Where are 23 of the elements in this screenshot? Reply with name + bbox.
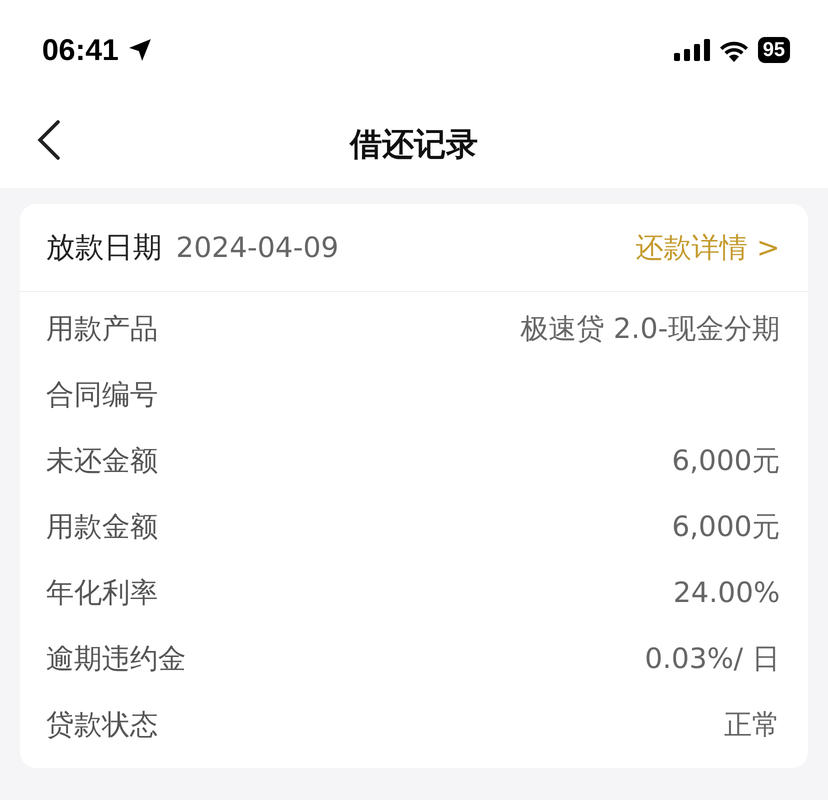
field-value: 极速贷 2.0-现金分期 [520,311,780,347]
field-value: 24.00% [673,575,780,611]
loan-date: 2024-04-09 [176,230,339,266]
location-icon [126,37,153,63]
back-button[interactable] [36,118,62,162]
field-label: 未还金额 [46,443,158,479]
battery-level: 95 [758,37,790,63]
page-title: 借还记录 [350,124,478,165]
status-time: 06:41 [42,32,119,68]
field-value: 正常 [724,707,780,743]
field-label: 年化利率 [46,575,158,611]
back-icon [36,118,62,162]
field-value: 6,000元 [672,509,780,545]
field-value: 6,000元 [672,443,780,479]
field-label: 用款金额 [46,509,158,545]
loan-date-label: 放款日期 [46,228,162,266]
field-label: 贷款状态 [46,707,158,743]
field-value: 0.03%/ 日 [644,641,780,677]
repayment-details-link[interactable]: 还款详情 > [636,226,780,268]
field-label: 逾期违约金 [46,641,186,677]
field-label: 合同编号 [46,377,158,413]
signal-icon [674,39,710,61]
field-label: 用款产品 [46,311,158,347]
